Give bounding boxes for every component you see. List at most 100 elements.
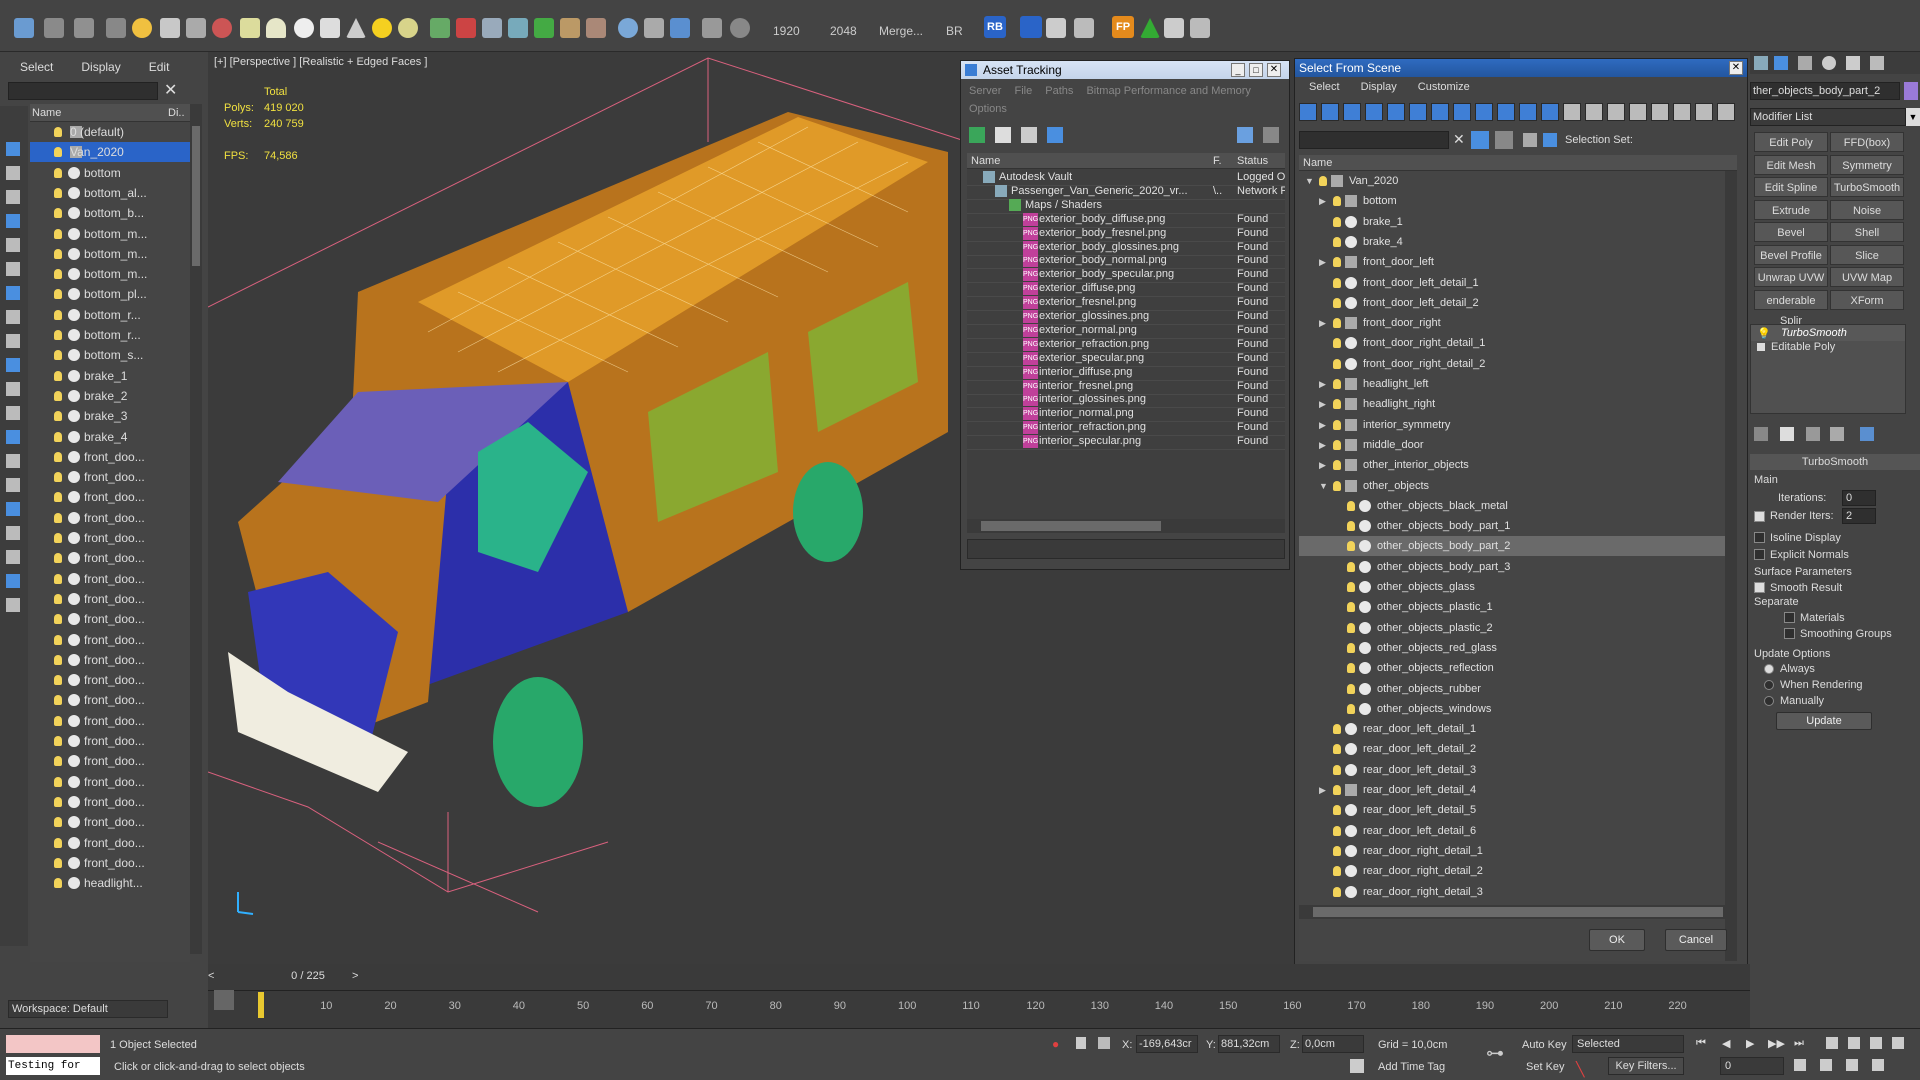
smoothing-groups-checkbox[interactable] [1784, 628, 1795, 639]
lightbulb-icon[interactable] [1347, 582, 1355, 592]
scene-object-row[interactable]: other_objects_glass [1299, 577, 1725, 597]
tree-row[interactable]: bottom_m... [30, 244, 190, 264]
next-frame-icon[interactable]: ▶▶ [1768, 1037, 1785, 1050]
modifier-button[interactable]: Symmetry [1830, 154, 1904, 175]
menu-options[interactable]: Options [969, 103, 1007, 115]
scene-object-row[interactable]: ▶ rear_door_left_detail_4 [1299, 780, 1725, 800]
lightbulb-icon[interactable] [54, 127, 62, 137]
tree-row[interactable]: Van_2020 [30, 142, 190, 163]
lightbulb-icon[interactable] [54, 370, 62, 381]
col-f[interactable]: F. [1213, 155, 1222, 167]
tree-row[interactable]: front_doo... [30, 772, 190, 792]
expand-toggle-icon[interactable]: ▶ [1319, 374, 1326, 394]
maximize-viewport-icon[interactable] [1892, 1037, 1904, 1049]
update-button[interactable]: Update [1776, 712, 1872, 730]
clear-find-icon[interactable]: ✕ [1453, 131, 1465, 148]
lightbulb-icon[interactable] [1333, 297, 1341, 308]
cloth-icon[interactable] [586, 18, 606, 38]
move-icon[interactable] [160, 18, 180, 38]
select-scene-titlebar[interactable]: Select From Scene ✕ [1295, 59, 1747, 77]
scene-object-row[interactable]: other_objects_reflection [1299, 658, 1725, 678]
auto-key-button[interactable]: Auto Key [1522, 1039, 1567, 1051]
filter-toggle-icon[interactable] [1541, 103, 1559, 121]
tree-row[interactable]: bottom_s... [30, 345, 190, 365]
tree-row[interactable]: front_doo... [30, 711, 190, 731]
scene-object-row[interactable]: other_objects_plastic_1 [1299, 597, 1725, 617]
expand-toggle-icon[interactable]: ▼ [1305, 171, 1314, 191]
filter-toggle-icon[interactable] [1651, 103, 1669, 121]
teapot-icon[interactable] [212, 18, 232, 38]
iterations-input[interactable]: 0 [1842, 490, 1876, 506]
modifier-button[interactable]: Edit Poly [1754, 132, 1828, 152]
scene-search-input[interactable] [8, 82, 158, 100]
sphere-icon[interactable] [294, 18, 314, 38]
scene-object-row[interactable]: front_door_right_detail_1 [1299, 333, 1725, 353]
play-icon[interactable]: ▶ [1746, 1037, 1754, 1050]
filter-toggle-icon[interactable] [1585, 103, 1603, 121]
close-icon[interactable]: ✕ [1729, 61, 1743, 75]
select-scene-vscroll[interactable] [1725, 171, 1737, 961]
filter-toggle-icon[interactable] [1299, 103, 1317, 121]
scene-object-row[interactable]: rear_door_right_detail_1 [1299, 841, 1725, 861]
particle-icon[interactable] [430, 18, 450, 38]
tree-row[interactable]: front_doo... [30, 731, 190, 751]
scene-object-row[interactable]: other_objects_body_part_2 [1299, 536, 1725, 557]
explorer-filter-icon[interactable] [6, 430, 20, 444]
key-filters-button[interactable]: Key Filters... [1608, 1057, 1684, 1075]
lightbulb-icon[interactable] [1333, 805, 1341, 816]
modifier-button[interactable]: Noise [1830, 199, 1904, 220]
key-selection-dropdown[interactable]: Selected [1572, 1035, 1684, 1053]
scene-object-row[interactable]: rear_door_right_detail_2 [1299, 861, 1725, 881]
explorer-scrollbar[interactable] [190, 104, 202, 954]
menu-bitmap-performance[interactable]: Bitmap Performance and Memory [1086, 85, 1250, 97]
maxscript-input[interactable]: Testing for [6, 1057, 100, 1075]
modifier-button[interactable]: Bevel Profile [1754, 244, 1828, 265]
tree-row[interactable]: bottom_b... [30, 203, 190, 223]
resolution-height[interactable]: 2048 [830, 24, 857, 38]
lightbulb-icon[interactable] [54, 573, 62, 584]
col-status[interactable]: Status [1237, 155, 1268, 167]
lightbulb-icon[interactable] [1333, 196, 1341, 207]
menu-file[interactable]: File [1014, 85, 1032, 97]
ok-button[interactable]: OK [1589, 929, 1645, 951]
expand-toggle-icon[interactable]: ▶ [1319, 191, 1326, 211]
key-mode-icon[interactable]: ╲ [1576, 1061, 1584, 1078]
zoom-extents-icon[interactable] [1826, 1037, 1838, 1049]
prev-frame-icon[interactable]: < [208, 970, 224, 984]
tree-row[interactable]: front_doo... [30, 487, 190, 507]
lightbulb-icon[interactable] [1333, 419, 1341, 430]
stack-turbosmooth[interactable]: TurboSmooth [1781, 327, 1847, 339]
modifier-list-dropdown[interactable]: Modifier List [1750, 108, 1906, 126]
lightbulb-icon[interactable] [1333, 724, 1341, 735]
explicit-normals-checkbox[interactable] [1754, 549, 1765, 560]
sort-icon[interactable] [1495, 131, 1513, 149]
explorer-filter-icon[interactable] [6, 310, 20, 324]
lightbulb-icon[interactable] [1333, 744, 1341, 755]
modifier-button[interactable]: UVW Map [1830, 267, 1904, 287]
time-cursor[interactable] [258, 992, 264, 1018]
lightbulb-icon[interactable] [54, 817, 62, 828]
lightbulb-icon[interactable] [54, 147, 62, 158]
lightbulb-icon[interactable] [54, 837, 62, 848]
scene-object-row[interactable]: other_objects_rubber [1299, 679, 1725, 699]
table-icon[interactable] [1074, 18, 1094, 38]
scene-object-row[interactable]: ▶ interior_symmetry [1299, 415, 1725, 435]
lightbulb-icon[interactable] [54, 695, 62, 706]
tree-row[interactable]: bottom [30, 163, 190, 183]
explorer-filter-icon[interactable] [6, 550, 20, 564]
y-coordinate-field[interactable]: 881,32cm [1218, 1035, 1280, 1053]
scene-object-row[interactable]: ▶ headlight_left [1299, 374, 1725, 394]
box-icon[interactable] [240, 18, 260, 38]
explorer-filter-icon[interactable] [6, 358, 20, 372]
tree-row[interactable]: front_doo... [30, 812, 190, 832]
tree-row[interactable]: 0 (default) [30, 122, 190, 142]
pan-icon[interactable] [1870, 1037, 1882, 1049]
mini-curve-editor-icon[interactable] [214, 990, 234, 1010]
field-of-view-icon[interactable] [1820, 1059, 1832, 1071]
explorer-filter-icon[interactable] [6, 166, 20, 180]
filter-toggle-icon[interactable] [1673, 103, 1691, 121]
explorer-filter-icon[interactable] [6, 454, 20, 468]
scene-object-row[interactable]: other_objects_black_metal [1299, 496, 1725, 516]
clear-search-icon[interactable]: ✕ [164, 80, 177, 100]
pin-stack-icon[interactable] [1754, 427, 1768, 441]
